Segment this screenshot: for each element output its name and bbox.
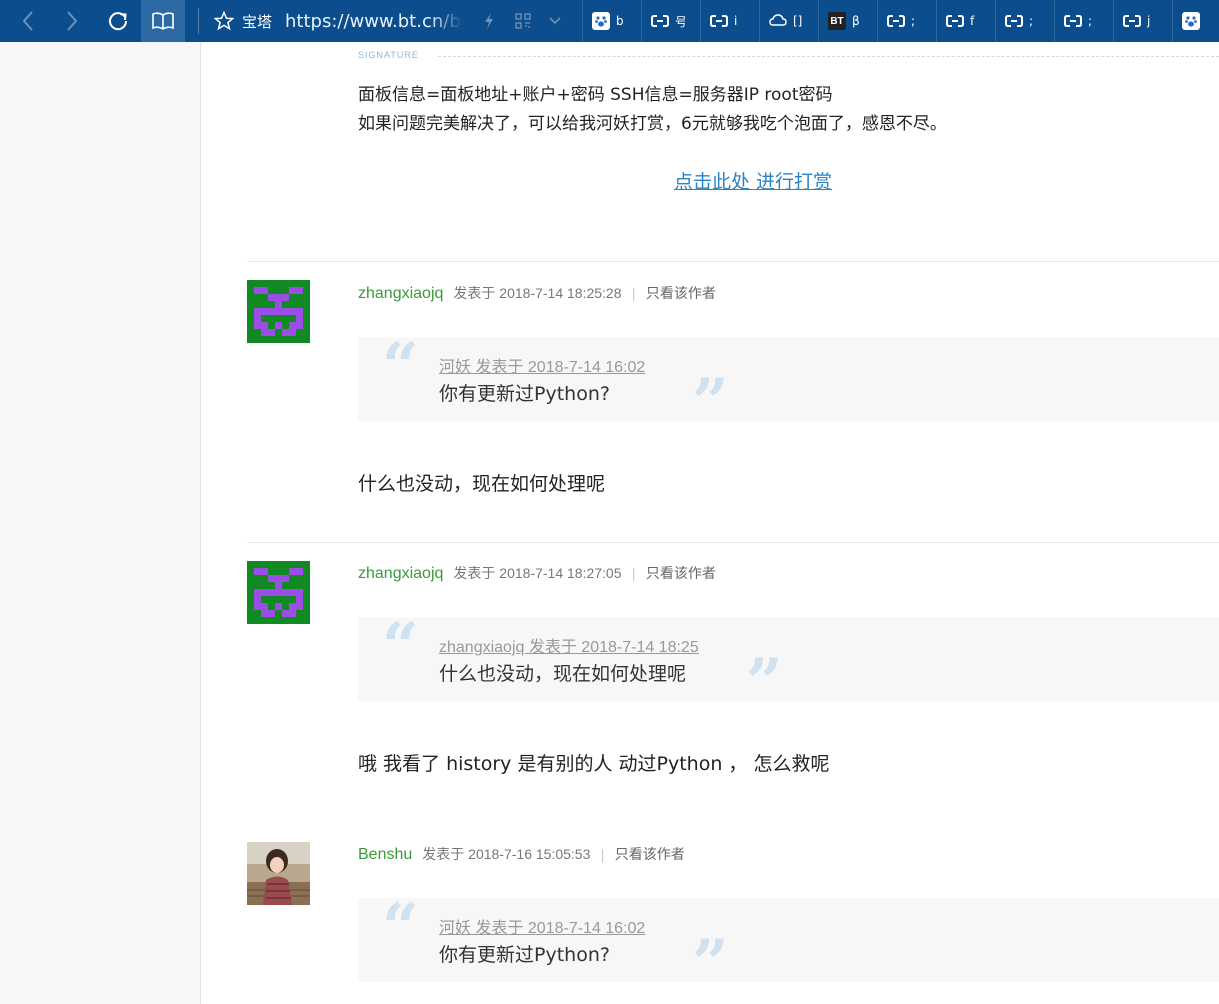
bookmark-label: b — [616, 14, 624, 28]
signature-line-1: 面板信息=面板地址+账户+密码 SSH信息=服务器IP root密码 — [358, 85, 833, 105]
meta-separator: | — [631, 287, 636, 302]
quote-text: 你有更新过Python? — [439, 944, 610, 966]
open-quote-icon: “ — [382, 329, 419, 404]
identicon-avatar — [247, 280, 310, 343]
bookmark-label: [] — [793, 14, 803, 28]
post-time: 发表于 2018-7-14 18:27:05 — [453, 565, 622, 581]
bookmark-item[interactable]: ; — [995, 0, 1054, 42]
author-name[interactable]: Benshu — [358, 846, 412, 864]
quote-block: “ 河妖 发表于 2018-7-14 16:02 你有更新过Python? ” — [358, 329, 1219, 435]
post-meta: Benshu 发表于 2018-7-16 15:05:53 | 只看该作者 — [358, 844, 685, 864]
refresh-button[interactable] — [98, 0, 138, 42]
link-icon — [1005, 12, 1023, 30]
avatar[interactable] — [247, 280, 310, 343]
bookmark-item[interactable] — [1172, 0, 1219, 42]
only-author-link[interactable]: 只看该作者 — [615, 844, 685, 864]
book-icon — [152, 12, 174, 30]
bookmark-label: ; — [911, 14, 916, 28]
post-body: 什么也没动，现在如何处理呢 — [358, 473, 606, 495]
chevron-left-icon — [22, 11, 33, 31]
link-icon — [651, 12, 669, 30]
post-divider — [247, 261, 1219, 262]
qr-code-icon[interactable] — [510, 0, 536, 42]
bookmark-label: f — [970, 14, 975, 28]
bookmark-item[interactable]: ; — [1054, 0, 1113, 42]
favorite-button[interactable] — [210, 0, 238, 42]
link-icon — [1123, 12, 1141, 30]
bookmark-label: 号 — [675, 13, 685, 30]
post-divider — [247, 542, 1219, 543]
link-icon — [710, 12, 728, 30]
bookmarks-bar: b 号 i [] BT β; f;; j — [582, 0, 1219, 42]
post-meta: zhangxiaojq 发表于 2018-7-14 18:27:05 | 只看该… — [358, 563, 716, 583]
identicon-avatar — [247, 561, 310, 624]
photo-avatar — [247, 842, 310, 905]
signature-line-2: 如果问题完美解决了，可以给我河妖打赏，6元就够我吃个泡面了，感恩不尽。 — [358, 114, 947, 134]
link-icon — [887, 12, 905, 30]
browser-toolbar: 宝塔 https://www.bt.cn/bbs/thread b号i[]BTβ… — [0, 0, 1219, 42]
link-icon — [946, 12, 964, 30]
bookmark-item[interactable]: f — [936, 0, 995, 42]
paw-icon — [1182, 12, 1200, 30]
star-icon — [214, 11, 234, 31]
site-name: 宝塔 — [242, 12, 273, 31]
close-quote-icon: ” — [692, 365, 729, 440]
only-author-link[interactable]: 只看该作者 — [646, 283, 716, 303]
open-quote-icon: “ — [382, 890, 419, 965]
only-author-link[interactable]: 只看该作者 — [646, 563, 716, 583]
bookmark-label: ; — [1088, 14, 1093, 28]
bookmark-label: i — [734, 14, 738, 28]
bookmark-item[interactable]: b — [582, 0, 641, 42]
url-fade — [430, 0, 462, 42]
bookmark-label: β — [852, 14, 860, 28]
avatar[interactable] — [247, 842, 310, 905]
chevron-down-icon[interactable] — [542, 0, 568, 42]
bt-icon: BT — [828, 12, 846, 30]
quote-cite-link[interactable]: 河妖 发表于 2018-7-14 16:02 — [439, 353, 645, 377]
refresh-icon — [109, 12, 128, 31]
close-quote-icon: ” — [746, 645, 783, 720]
quote-cite-link[interactable]: zhangxiaojq 发表于 2018-7-14 18:25 — [439, 633, 699, 657]
bookmark-label: j — [1147, 14, 1151, 28]
cloud-icon — [769, 12, 787, 30]
bookmark-item[interactable]: i — [700, 0, 759, 42]
back-button[interactable] — [8, 0, 48, 42]
reading-view-button[interactable] — [141, 0, 185, 42]
post-meta: zhangxiaojq 发表于 2018-7-14 18:25:28 | 只看该… — [358, 283, 716, 303]
bookmark-item[interactable]: ; — [877, 0, 936, 42]
close-quote-icon: ” — [692, 926, 729, 1001]
quote-cite-link[interactable]: 河妖 发表于 2018-7-14 16:02 — [439, 914, 645, 938]
meta-separator: | — [631, 567, 636, 582]
forward-button[interactable] — [52, 0, 92, 42]
left-sidebar — [0, 42, 201, 1004]
lightning-icon[interactable] — [478, 0, 500, 42]
post-time: 发表于 2018-7-16 15:05:53 — [422, 846, 591, 862]
post-time: 发表于 2018-7-14 18:25:28 — [453, 285, 622, 301]
bookmark-label: ; — [1029, 14, 1034, 28]
bookmark-item[interactable]: [] — [759, 0, 818, 42]
bookmark-item[interactable]: 号 — [641, 0, 700, 42]
post-body: 哦 我看了 history 是有别的人 动过Python ， 怎么救呢 — [358, 753, 830, 775]
chevron-right-icon — [67, 11, 78, 31]
paw-icon — [592, 12, 610, 30]
author-name[interactable]: zhangxiaojq — [358, 565, 443, 583]
reward-link[interactable]: 点击此处 进行打赏 — [674, 167, 832, 194]
author-name[interactable]: zhangxiaojq — [358, 285, 443, 303]
quote-block: “ 河妖 发表于 2018-7-14 16:02 你有更新过Python? ” — [358, 890, 1219, 996]
avatar[interactable] — [247, 561, 310, 624]
open-quote-icon: “ — [382, 609, 419, 684]
meta-separator: | — [600, 848, 605, 863]
signature-divider — [438, 56, 1219, 57]
toolbar-divider — [198, 8, 199, 34]
quote-text: 什么也没动，现在如何处理呢 — [439, 663, 687, 685]
quote-text: 你有更新过Python? — [439, 383, 610, 405]
signature-label: SIGNATURE — [358, 50, 419, 60]
bookmark-item[interactable]: BT β — [818, 0, 877, 42]
link-icon — [1064, 12, 1082, 30]
bookmark-item[interactable]: j — [1113, 0, 1172, 42]
quote-block: “ zhangxiaojq 发表于 2018-7-14 18:25 什么也没动，… — [358, 609, 1219, 715]
